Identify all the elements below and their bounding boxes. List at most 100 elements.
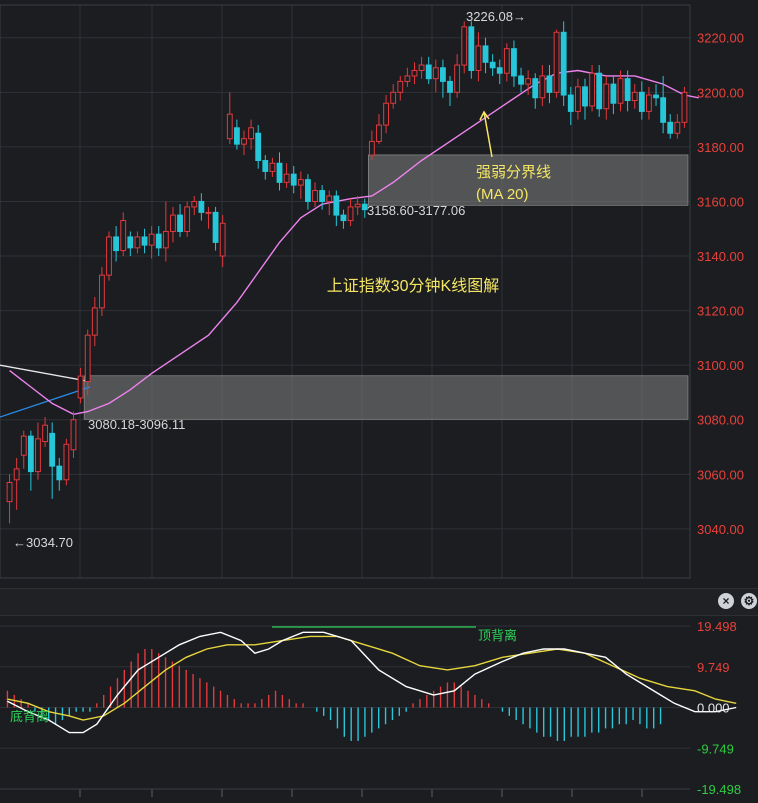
candle[interactable] [20, 430, 27, 469]
candle-body [205, 211, 212, 214]
candle[interactable] [404, 67, 411, 87]
candle[interactable] [219, 215, 226, 267]
candle[interactable] [354, 196, 361, 216]
candle[interactable] [461, 21, 468, 74]
candle[interactable] [589, 65, 596, 112]
candle[interactable] [390, 84, 397, 109]
candle[interactable] [425, 56, 432, 85]
candle[interactable] [624, 70, 631, 112]
candle[interactable] [653, 84, 659, 106]
candle[interactable] [134, 231, 141, 254]
candle[interactable] [305, 174, 311, 210]
candle[interactable] [27, 430, 34, 491]
candle[interactable] [340, 209, 347, 229]
candle-body [219, 222, 226, 257]
candle[interactable] [184, 201, 191, 237]
candle[interactable] [397, 75, 404, 101]
candle[interactable] [70, 411, 77, 458]
candle[interactable] [496, 59, 503, 85]
candle[interactable] [42, 417, 48, 448]
candle-body [177, 214, 183, 232]
candle[interactable] [56, 457, 63, 491]
candle[interactable] [141, 228, 148, 254]
candle[interactable] [489, 54, 496, 76]
candle[interactable] [198, 193, 205, 221]
candle[interactable] [418, 56, 425, 79]
candle[interactable] [468, 21, 475, 79]
candle-body [432, 67, 439, 80]
candle[interactable] [177, 204, 183, 237]
candle[interactable] [376, 114, 382, 145]
candle[interactable] [525, 70, 532, 96]
candle[interactable] [432, 59, 439, 93]
candle[interactable] [276, 152, 283, 191]
close-icon[interactable]: × [718, 593, 734, 609]
candle[interactable] [155, 226, 162, 257]
candle-body [503, 48, 510, 74]
macd-chart[interactable]: 19.498 9.749 0.000 -9.749 -19.498 底背离 顶背离 [0, 614, 758, 803]
candle[interactable] [518, 67, 524, 93]
candles[interactable] [6, 21, 688, 524]
candle[interactable] [233, 119, 240, 150]
candle-body [162, 230, 169, 249]
candle[interactable] [560, 21, 567, 106]
candle[interactable] [603, 75, 610, 120]
candle[interactable] [212, 206, 219, 251]
candle[interactable] [205, 206, 212, 229]
candle[interactable] [503, 43, 510, 82]
candle[interactable] [248, 119, 255, 150]
candle[interactable] [475, 32, 482, 82]
candle[interactable] [127, 231, 134, 257]
candle[interactable] [120, 212, 127, 257]
candle[interactable] [454, 54, 461, 98]
candle[interactable] [333, 190, 340, 227]
candle[interactable] [667, 114, 674, 139]
candle[interactable] [262, 155, 269, 180]
candle[interactable] [610, 75, 617, 115]
candle[interactable] [546, 65, 553, 104]
candlestick-chart[interactable]: 3220.00 3200.00 3180.00 3160.00 3140.00 3120.… [0, 0, 758, 588]
macd-tick-label: -9.749 [697, 741, 734, 756]
candle[interactable] [49, 422, 56, 499]
candle[interactable] [582, 78, 588, 120]
candle[interactable] [646, 86, 652, 120]
candle[interactable] [162, 201, 169, 262]
candle[interactable] [411, 62, 418, 85]
candle[interactable] [383, 95, 389, 134]
candle[interactable] [35, 422, 41, 480]
candle[interactable] [13, 457, 20, 510]
candle[interactable] [347, 198, 354, 227]
candle[interactable] [638, 81, 645, 120]
candle[interactable] [77, 367, 84, 404]
candle[interactable] [106, 231, 112, 281]
candle[interactable] [553, 29, 560, 98]
candle[interactable] [297, 171, 304, 199]
candle[interactable] [6, 474, 13, 524]
candle[interactable] [241, 130, 247, 156]
candle[interactable] [532, 73, 539, 109]
candle[interactable] [255, 125, 262, 169]
candle[interactable] [226, 92, 233, 145]
candle[interactable] [283, 163, 290, 188]
candle[interactable] [170, 206, 176, 243]
candle[interactable] [63, 438, 70, 486]
candle[interactable] [482, 37, 489, 74]
candle[interactable] [191, 196, 198, 216]
candle[interactable] [674, 114, 681, 139]
candle[interactable] [574, 78, 581, 120]
candle[interactable] [596, 65, 603, 117]
candle[interactable] [511, 40, 517, 87]
candle[interactable] [539, 65, 546, 106]
candle[interactable] [91, 296, 98, 347]
candle[interactable] [148, 226, 155, 259]
candle-body [255, 132, 262, 162]
candle[interactable] [631, 84, 638, 109]
candle[interactable] [269, 157, 276, 177]
candle[interactable] [312, 182, 318, 207]
candle[interactable] [681, 86, 688, 128]
gear-icon[interactable]: ⚙ [741, 593, 757, 609]
candle[interactable] [98, 266, 105, 317]
candle-body [233, 127, 240, 145]
candle[interactable] [447, 75, 453, 106]
candle[interactable] [617, 70, 624, 112]
